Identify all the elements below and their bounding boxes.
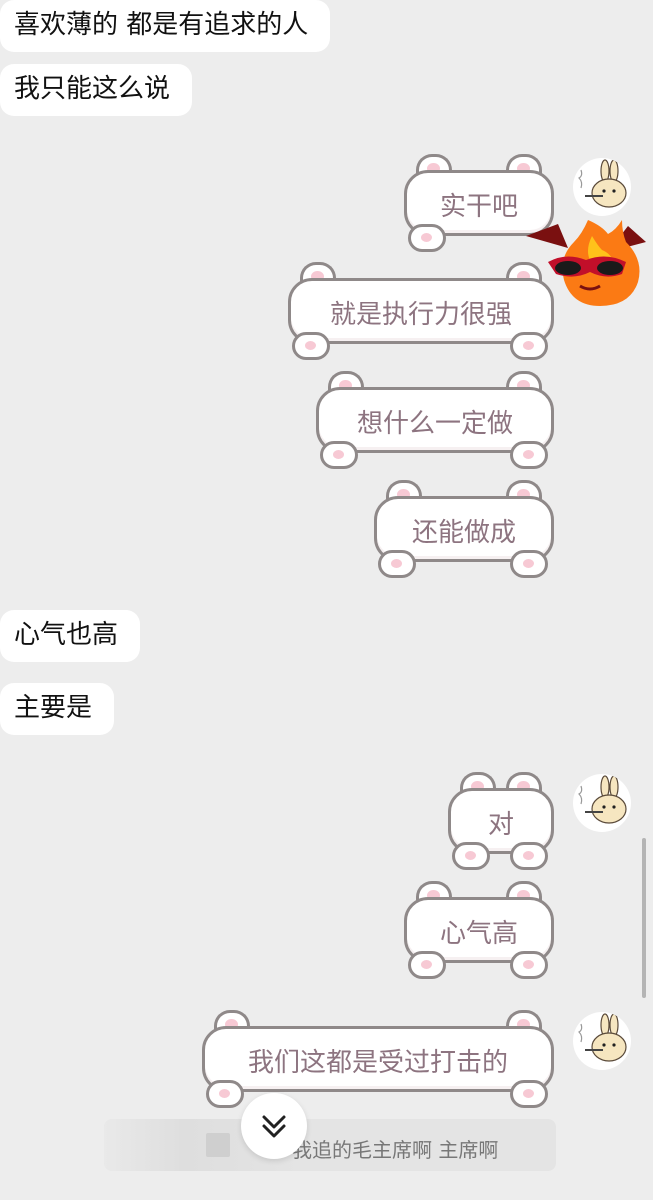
cat-paw-icon bbox=[510, 441, 548, 469]
outgoing-message[interactable]: 就是执行力很强 bbox=[288, 262, 554, 362]
outgoing-message[interactable]: 想什么一定做 bbox=[316, 371, 554, 471]
chat-message-list[interactable]: 喜欢薄的 都是有追求的人 我只能这么说 实干吧 就是执行力很强 想什么一定做 还… bbox=[0, 0, 653, 1200]
incoming-message[interactable]: 心气也高 bbox=[0, 610, 141, 662]
cat-paw-icon bbox=[510, 1080, 548, 1108]
quoted-message-bar[interactable]: 我追的毛主席啊 主席啊 bbox=[104, 1119, 556, 1171]
sender-avatar[interactable] bbox=[573, 158, 631, 216]
message-text: 想什么一定做 bbox=[356, 409, 513, 439]
cat-paw-icon bbox=[408, 951, 446, 979]
bunny-smoking-avatar-icon bbox=[577, 159, 627, 208]
message-text: 心气高 bbox=[439, 919, 518, 949]
sender-avatar[interactable] bbox=[573, 774, 631, 832]
incoming-message[interactable]: 主要是 bbox=[0, 683, 115, 735]
bunny-smoking-avatar-icon bbox=[577, 1013, 627, 1062]
cat-paw-icon bbox=[452, 842, 490, 870]
sender-avatar[interactable] bbox=[573, 1012, 631, 1070]
message-text: 对 bbox=[487, 810, 514, 840]
cat-paw-icon bbox=[378, 550, 416, 578]
message-text: 还能做成 bbox=[411, 518, 516, 548]
double-chevron-down-icon bbox=[262, 1115, 286, 1138]
bunny-smoking-avatar-icon bbox=[577, 775, 627, 824]
message-text: 我们这都是受过打击的 bbox=[247, 1048, 508, 1078]
outgoing-message[interactable]: 还能做成 bbox=[374, 480, 554, 580]
cat-paw-icon bbox=[320, 441, 358, 469]
message-text: 就是执行力很强 bbox=[329, 300, 512, 330]
incoming-message[interactable]: 喜欢薄的 都是有追求的人 bbox=[0, 0, 331, 52]
cat-paw-icon bbox=[510, 842, 548, 870]
outgoing-message[interactable]: 心气高 bbox=[404, 881, 554, 981]
quote-thumbnail-icon bbox=[206, 1133, 230, 1157]
cat-paw-icon bbox=[510, 332, 548, 360]
cat-paw-icon bbox=[510, 550, 548, 578]
cat-paw-icon bbox=[292, 332, 330, 360]
cat-paw-icon bbox=[510, 951, 548, 979]
message-text: 实干吧 bbox=[439, 192, 518, 222]
scroll-to-bottom-button[interactable] bbox=[241, 1093, 307, 1159]
cat-paw-icon bbox=[206, 1080, 244, 1108]
incoming-message[interactable]: 我只能这么说 bbox=[0, 64, 193, 116]
quoted-text: 我追的毛主席啊 主席啊 bbox=[292, 1138, 499, 1162]
scrollbar-thumb[interactable] bbox=[642, 838, 646, 998]
cat-paw-icon bbox=[408, 224, 446, 252]
outgoing-message[interactable]: 对 bbox=[448, 772, 554, 872]
